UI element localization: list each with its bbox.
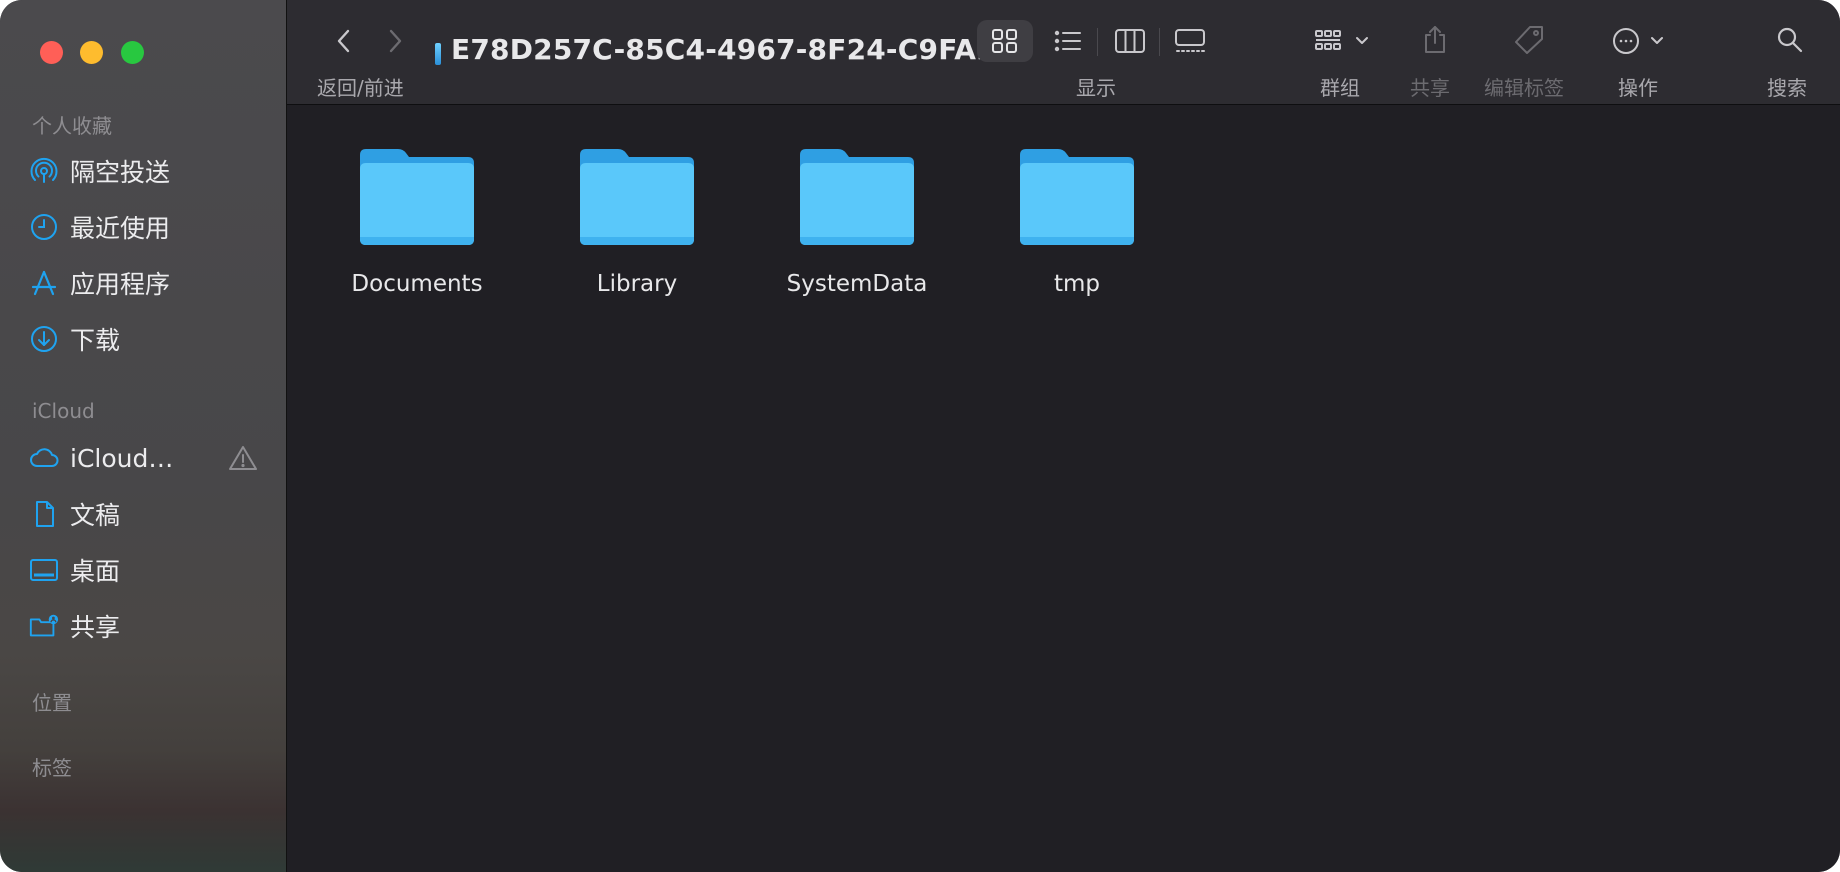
sidebar-item-label: 下载: [70, 326, 121, 355]
sidebar-item-label: 隔空投送: [70, 158, 171, 187]
sidebar-item-documents[interactable]: 文稿: [28, 492, 258, 536]
folder-icon: [1020, 149, 1134, 245]
share-label: 共享: [1410, 76, 1450, 100]
view-separator: [1097, 28, 1098, 56]
download-icon: [28, 323, 60, 355]
folder-icon: [580, 149, 694, 245]
action-button[interactable]: [1612, 26, 1674, 60]
sidebar-item-shared[interactable]: 共享: [28, 604, 258, 648]
action-label: 操作: [1618, 76, 1658, 100]
view-separator: [1159, 28, 1160, 56]
back-button[interactable]: [332, 26, 358, 60]
tags-label: 编辑标签: [1484, 76, 1564, 100]
desktop-icon: [28, 554, 60, 586]
column-view-button[interactable]: [1113, 26, 1147, 60]
file-name: SystemData: [786, 271, 928, 297]
group-label: 群组: [1320, 76, 1360, 100]
icloud-header: iCloud: [32, 399, 95, 423]
search-icon[interactable]: [1775, 25, 1805, 59]
sidebar-item-label: 共享: [70, 613, 121, 642]
file-name: Library: [596, 271, 678, 297]
icon-view-button[interactable]: [989, 26, 1021, 60]
toolbar: 返回/前进 E78D257C-85C4-4967-8F24-C9FAFA 显示 …: [287, 0, 1840, 105]
group-button[interactable]: [1313, 26, 1375, 60]
folder-item[interactable]: tmp: [977, 145, 1177, 305]
shared-folder-icon: [28, 610, 60, 642]
sidebar-item-desktop[interactable]: 桌面: [28, 548, 258, 592]
sidebar-item-label: 应用程序: [70, 270, 171, 299]
file-name: tmp: [1053, 271, 1101, 297]
applications-icon: [28, 267, 60, 299]
tag-icon[interactable]: [1512, 24, 1546, 60]
folder-item[interactable]: Library: [537, 145, 737, 305]
folder-proxy-icon[interactable]: [435, 43, 441, 65]
file-browser-content: Documents Library SystemData tmp: [287, 105, 1840, 872]
file-name: Documents: [351, 271, 483, 297]
sidebar-item-label: 桌面: [70, 557, 121, 586]
share-icon[interactable]: [1420, 24, 1450, 60]
window-title: E78D257C-85C4-4967-8F24-C9FAFA: [451, 33, 1015, 66]
folder-item[interactable]: Documents: [317, 145, 517, 305]
sidebar-item-label: iCloud…: [70, 443, 174, 473]
sidebar-item-label: 最近使用: [70, 214, 171, 243]
sidebar-item-label: 文稿: [70, 501, 121, 530]
locations-header[interactable]: 位置: [32, 687, 72, 716]
close-window-button[interactable]: [40, 41, 63, 64]
finder-window: 个人收藏 隔空投送 最近使用 应用程序 下载 iCloud iCloud… 文稿…: [0, 0, 1840, 872]
sidebar-item-airdrop[interactable]: 隔空投送: [28, 149, 258, 193]
sidebar-item-icloud-drive[interactable]: iCloud…: [28, 436, 258, 480]
zoom-window-button[interactable]: [121, 41, 144, 64]
nav-label: 返回/前进: [317, 76, 404, 100]
sidebar: 个人收藏 隔空投送 最近使用 应用程序 下载 iCloud iCloud… 文稿…: [0, 0, 287, 872]
folder-icon: [800, 149, 914, 245]
tags-header[interactable]: 标签: [32, 752, 72, 781]
forward-button[interactable]: [382, 26, 408, 60]
folder-icon: [360, 149, 474, 245]
search-label: 搜索: [1767, 76, 1807, 100]
sidebar-item-applications[interactable]: 应用程序: [28, 261, 258, 305]
minimize-window-button[interactable]: [80, 41, 103, 64]
folder-item[interactable]: SystemData: [757, 145, 957, 305]
sidebar-item-recents[interactable]: 最近使用: [28, 205, 258, 249]
warning-icon[interactable]: [228, 444, 258, 472]
view-label: 显示: [1076, 76, 1116, 100]
list-view-button[interactable]: [1052, 26, 1084, 60]
favorites-header: 个人收藏: [32, 114, 112, 138]
cloud-icon: [28, 442, 60, 474]
sidebar-item-downloads[interactable]: 下载: [28, 317, 258, 361]
document-icon: [28, 498, 60, 530]
clock-icon: [28, 211, 60, 243]
airdrop-icon: [28, 155, 60, 187]
gallery-view-button[interactable]: [1173, 26, 1207, 60]
